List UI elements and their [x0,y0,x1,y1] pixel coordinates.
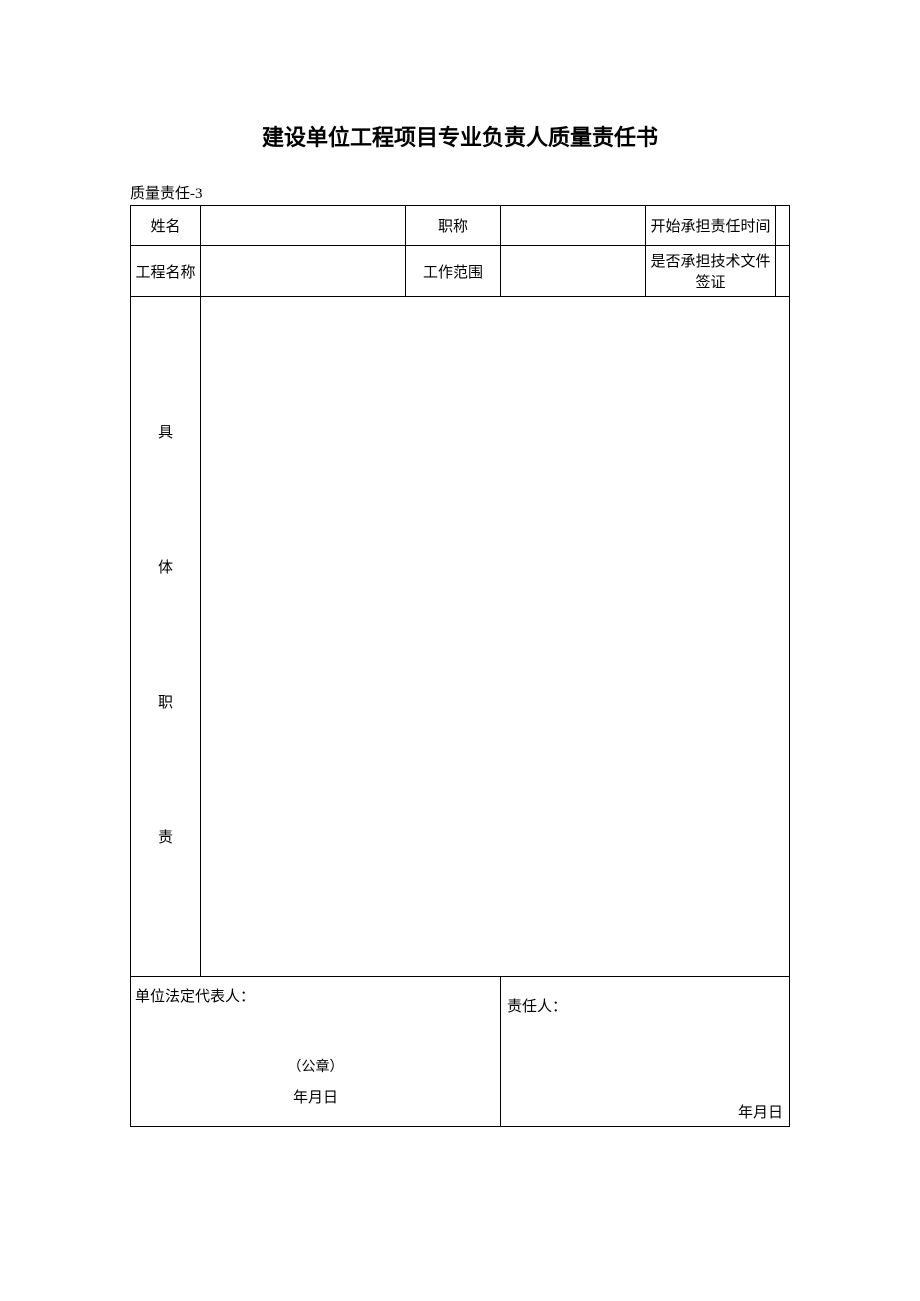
left-date: 年月日 [131,1086,500,1107]
responsible-person-label: 责任人： [501,977,789,1016]
row-project: 工程名称 工作范围 是否承担技术文件签证 [131,246,790,297]
value-scope [501,246,646,297]
label-duties: 具 体 职 责 [131,297,201,977]
duties-label-text: 具 体 职 责 [158,400,173,873]
right-date: 年月日 [738,1101,783,1122]
value-project-name [201,246,406,297]
value-start-time [776,206,790,246]
value-name [201,206,406,246]
label-scope: 工作范围 [406,246,501,297]
form-table: 姓名 职称 开始承担责任时间 工程名称 工作范围 是否承担技术文件签证 具 体 … [130,205,790,1127]
signature-right-cell: 责任人： 年月日 [501,977,790,1127]
label-title: 职称 [406,206,501,246]
label-tech-sign: 是否承担技术文件签证 [646,246,776,297]
row-name: 姓名 职称 开始承担责任时间 [131,206,790,246]
legal-rep-label: 单位法定代表人： [131,977,500,1006]
label-start-time: 开始承担责任时间 [646,206,776,246]
row-duties: 具 体 职 责 [131,297,790,977]
signature-left-cell: 单位法定代表人： （公章） 年月日 [131,977,501,1127]
document-subtitle: 质量责任-3 [130,182,790,203]
seal-label: （公章） [131,1056,500,1076]
label-name: 姓名 [131,206,201,246]
value-title [501,206,646,246]
row-signature: 单位法定代表人： （公章） 年月日 责任人： 年月日 [131,977,790,1127]
document-title: 建设单位工程项目专业负责人质量责任书 [130,120,790,152]
label-project-name: 工程名称 [131,246,201,297]
value-tech-sign [776,246,790,297]
duties-content [201,297,790,977]
